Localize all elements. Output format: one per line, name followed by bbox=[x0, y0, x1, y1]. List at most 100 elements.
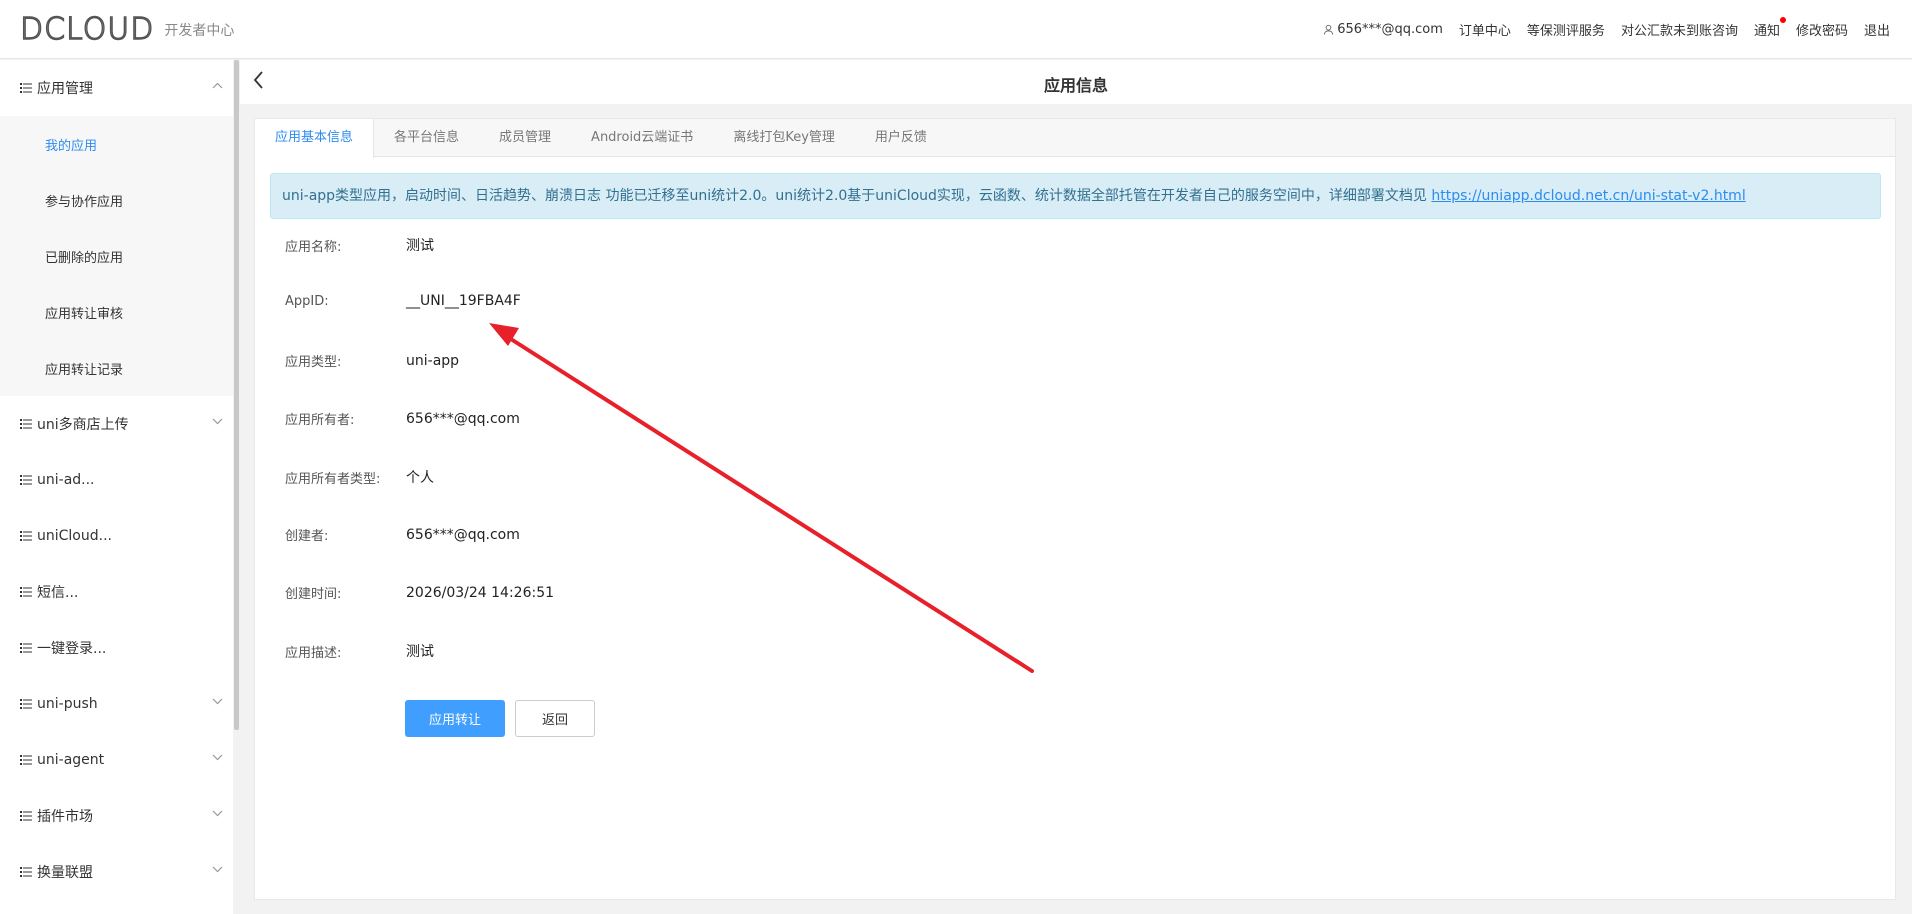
info-label: 应用描述: bbox=[285, 645, 342, 661]
sidebar-item-label: 短信... bbox=[37, 585, 79, 601]
info-label: 应用类型: bbox=[285, 355, 342, 370]
info-row-owner-type: 应用所有者类型: 个人 bbox=[285, 467, 434, 487]
transfer-app-button[interactable]: 应用转让 bbox=[405, 700, 505, 737]
user-icon bbox=[1324, 24, 1334, 35]
tab-feedback[interactable]: 用户反馈 bbox=[855, 119, 947, 156]
sidebar-item-label: uni-push bbox=[37, 696, 98, 712]
info-label: 创建者: bbox=[285, 529, 329, 544]
sidebar-item-transfer-review[interactable]: 应用转让审核 bbox=[0, 284, 233, 340]
sidebar-item-label: 一键登录... bbox=[37, 641, 107, 657]
nav-notifications-label: 通知 bbox=[1753, 23, 1780, 39]
user-email: 656***@qq.com bbox=[1337, 21, 1443, 37]
sidebar-item-label: uniCloud... bbox=[37, 528, 112, 544]
chevron-down-icon bbox=[212, 810, 223, 817]
sidebar-item-unicloud[interactable]: uniCloud... bbox=[0, 508, 233, 564]
info-label: 应用名称: bbox=[285, 239, 342, 255]
submenu-app-management: 我的应用 参与协作应用 已删除的应用 应用转让审核 应用转让记录 bbox=[0, 116, 233, 396]
info-value-app-type: uni-app bbox=[406, 352, 460, 369]
info-label: AppID: bbox=[285, 293, 329, 309]
info-label: 创建时间: bbox=[285, 587, 342, 602]
main-content: 应用信息 应用基本信息 各平台信息 成员管理 Android云端证书 离线打包K… bbox=[240, 60, 1912, 914]
sidebar-item-multi-store[interactable]: uni多商店上传 bbox=[0, 396, 233, 452]
info-value-app-name: 测试 bbox=[406, 238, 434, 254]
dcloud-logo[interactable]: DCLOUD 开发者中心 bbox=[19, 12, 235, 47]
list-icon bbox=[20, 755, 32, 765]
tab-platform-info[interactable]: 各平台信息 bbox=[374, 119, 479, 156]
nav-security-assessment[interactable]: 等保测评服务 bbox=[1527, 20, 1605, 39]
chevron-down-icon bbox=[212, 418, 223, 425]
chevron-down-icon bbox=[212, 754, 223, 761]
info-value-owner: 656***@qq.com bbox=[406, 410, 520, 427]
info-value-creator: 656***@qq.com bbox=[406, 526, 520, 543]
sidebar: 应用管理 我的应用 参与协作应用 已删除的应用 应用转让审核 应用转让记录 un… bbox=[0, 60, 233, 914]
sidebar-item-label: 换量联盟 bbox=[37, 865, 93, 881]
uni-stat-doc-link[interactable]: https://uniapp.dcloud.net.cn/uni-stat-v2… bbox=[1431, 188, 1745, 204]
page-title: 应用信息 bbox=[1043, 76, 1108, 95]
sidebar-item-collab-apps[interactable]: 参与协作应用 bbox=[0, 172, 233, 228]
list-icon bbox=[20, 811, 32, 821]
list-icon bbox=[20, 531, 32, 541]
list-icon bbox=[20, 83, 32, 93]
info-row-appid: AppID: __UNI__19FBA4F bbox=[285, 293, 521, 309]
sidebar-item-traffic-exchange[interactable]: 换量联盟 bbox=[0, 844, 233, 900]
sidebar-item-transfer-records[interactable]: 应用转让记录 bbox=[0, 340, 233, 396]
list-icon bbox=[20, 867, 32, 877]
info-value-created-time: 2026/03/24 14:26:51 bbox=[406, 584, 555, 601]
info-row-description: 应用描述: 测试 bbox=[285, 641, 434, 661]
nav-payment-inquiry[interactable]: 对公汇款未到账咨询 bbox=[1621, 20, 1738, 39]
nav-logout[interactable]: 退出 bbox=[1864, 20, 1890, 39]
sidebar-item-one-click-login[interactable]: 一键登录... bbox=[0, 620, 233, 676]
top-nav: 656***@qq.com 订单中心 等保测评服务 对公汇款未到账咨询 通知 修… bbox=[1323, 0, 1890, 58]
info-row-app-type: 应用类型: uni-app bbox=[285, 351, 460, 371]
sidebar-item-label: 应用管理 bbox=[37, 81, 93, 97]
sidebar-item-label: 插件市场 bbox=[37, 809, 93, 825]
logo-subtitle: 开发者中心 bbox=[164, 23, 235, 39]
tab-members[interactable]: 成员管理 bbox=[479, 119, 571, 156]
info-label: 应用所有者: bbox=[285, 413, 355, 428]
user-account[interactable]: 656***@qq.com bbox=[1323, 22, 1443, 37]
list-icon bbox=[20, 587, 32, 597]
sidebar-item-label: uni多商店上传 bbox=[37, 417, 129, 433]
page-titlebar: 应用信息 bbox=[240, 60, 1912, 104]
sidebar-item-uni-ad[interactable]: uni-ad... bbox=[0, 452, 233, 508]
list-icon bbox=[20, 475, 32, 485]
info-row-created-time: 创建时间: 2026/03/24 14:26:51 bbox=[285, 583, 555, 603]
sidebar-item-app-management[interactable]: 应用管理 bbox=[0, 60, 233, 116]
list-icon bbox=[20, 419, 32, 429]
notification-dot bbox=[1779, 16, 1786, 23]
app-info-card: 应用基本信息 各平台信息 成员管理 Android云端证书 离线打包Key管理 … bbox=[254, 118, 1896, 900]
chevron-down-icon bbox=[212, 866, 223, 873]
sidebar-item-sms[interactable]: 短信... bbox=[0, 564, 233, 620]
sidebar-item-label: uni-agent bbox=[37, 752, 105, 768]
sidebar-item-label: uni-ad... bbox=[37, 472, 95, 488]
sidebar-item-plugin-market[interactable]: 插件市场 bbox=[0, 788, 233, 844]
chevron-down-icon bbox=[212, 698, 223, 705]
back-button[interactable]: 返回 bbox=[515, 700, 595, 737]
info-row-owner: 应用所有者: 656***@qq.com bbox=[285, 409, 520, 429]
info-value-owner-type: 个人 bbox=[406, 470, 434, 486]
nav-orders[interactable]: 订单中心 bbox=[1459, 20, 1511, 39]
info-row-app-name: 应用名称: 测试 bbox=[285, 235, 434, 255]
notice-text: uni-app类型应用，启动时间、日活趋势、崩溃日志 功能已迁移至uni统计2.… bbox=[282, 188, 1432, 204]
sidebar-scrollbar[interactable] bbox=[234, 60, 239, 730]
tab-android-cert[interactable]: Android云端证书 bbox=[571, 119, 713, 156]
tab-basic-info[interactable]: 应用基本信息 bbox=[255, 119, 375, 158]
sidebar-item-uni-agent[interactable]: uni-agent bbox=[0, 732, 233, 788]
list-icon bbox=[20, 699, 32, 709]
sidebar-item-deleted-apps[interactable]: 已删除的应用 bbox=[0, 228, 233, 284]
top-header: DCLOUD 开发者中心 656***@qq.com 订单中心 等保测评服务 对… bbox=[0, 0, 1912, 59]
sidebar-item-my-apps[interactable]: 我的应用 bbox=[0, 116, 233, 172]
info-value-appid: __UNI__19FBA4F bbox=[406, 293, 521, 309]
logo-text: DCLOUD bbox=[19, 12, 155, 47]
tab-bar: 应用基本信息 各平台信息 成员管理 Android云端证书 离线打包Key管理 … bbox=[255, 119, 1895, 158]
info-label: 应用所有者类型: bbox=[285, 471, 381, 487]
list-icon bbox=[20, 643, 32, 653]
chevron-up-icon bbox=[212, 82, 223, 89]
sidebar-item-uni-push[interactable]: uni-push bbox=[0, 676, 233, 732]
info-value-description: 测试 bbox=[406, 644, 434, 660]
uni-stat-notice: uni-app类型应用，启动时间、日活趋势、崩溃日志 功能已迁移至uni统计2.… bbox=[270, 173, 1881, 219]
nav-change-password[interactable]: 修改密码 bbox=[1796, 20, 1848, 39]
info-row-creator: 创建者: 656***@qq.com bbox=[285, 525, 520, 545]
tab-offline-key[interactable]: 离线打包Key管理 bbox=[713, 119, 855, 156]
nav-notifications[interactable]: 通知 bbox=[1753, 16, 1786, 39]
